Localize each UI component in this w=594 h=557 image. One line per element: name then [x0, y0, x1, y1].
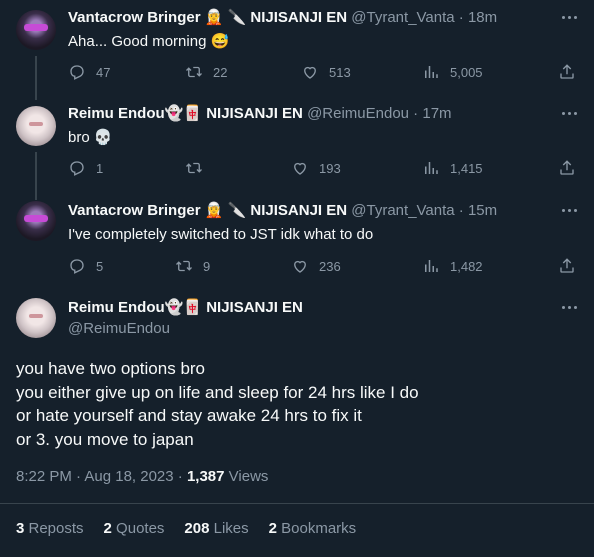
like-count: 513 [329, 64, 351, 80]
tweet-text: bro 💀 [68, 129, 113, 146]
tweet-timestamp[interactable]: 8:22 PM · Aug 18, 2023 · [16, 468, 187, 485]
like-icon [294, 162, 306, 175]
tweet-header: Vantacrow Bringer 🧝 🔪 NIJISANJI EN @Tyra… [68, 8, 550, 28]
more-icon[interactable] [562, 207, 580, 213]
tweet-time[interactable]: 15m [468, 202, 497, 219]
share-icon [560, 160, 574, 175]
avatar[interactable] [16, 106, 56, 146]
likes-link[interactable]: 208 Likes [184, 520, 248, 537]
reply-button[interactable]: 1 [68, 158, 103, 178]
tweet-time[interactable]: 18m [468, 9, 497, 26]
reply-tweet[interactable]: Vantacrow Bringer 🧝 🔪 NIJISANJI EN @Tyra… [0, 201, 594, 291]
name-badges: 🧝 🔪 NIJISANJI EN [204, 202, 348, 219]
share-icon [560, 64, 574, 79]
user-handle[interactable]: @ReimuEndou [68, 320, 170, 337]
share-button[interactable] [558, 158, 576, 178]
views-icon [425, 260, 438, 272]
tweet-line: you have two options bro [16, 359, 206, 378]
views-button[interactable]: 1,415 [422, 158, 483, 178]
tweet-text: I've completely switched to JST idk what… [68, 226, 374, 243]
like-button[interactable]: 236 [291, 256, 341, 276]
tweet-line: or 3. you move to japan [16, 429, 194, 449]
views-count: 5,005 [450, 64, 483, 80]
tweet-time[interactable]: 17m [422, 105, 451, 122]
tweet-metadata: 8:22 PM · Aug 18, 2023 · 1,387 Views [16, 468, 268, 485]
main-tweet-text: you have two options bro you either give… [16, 357, 419, 451]
separator-dot: · [454, 202, 468, 219]
like-count: 193 [319, 160, 341, 176]
retweet-icon [186, 162, 202, 174]
views-icon [425, 162, 438, 174]
reply-button[interactable]: 47 [68, 62, 110, 82]
display-name[interactable]: Vantacrow Bringer [68, 202, 201, 219]
share-button[interactable] [558, 62, 576, 82]
share-icon [560, 258, 574, 273]
views-total: 1,387 [186, 468, 225, 485]
views-icon [425, 66, 438, 78]
quotes-link[interactable]: 2 Quotes [104, 520, 165, 537]
reply-icon [70, 259, 84, 274]
reposts-link[interactable]: 3 Reposts [16, 520, 84, 537]
tweet-text: Aha... Good morning 😅 [68, 33, 230, 50]
name-badges: 👻🀄 NIJISANJI EN [164, 299, 303, 316]
views-label: Views [224, 468, 269, 485]
like-icon [294, 260, 306, 273]
display-name[interactable]: Vantacrow Bringer [68, 9, 201, 26]
reply-icon [70, 65, 84, 80]
name-badges: 👻🀄 NIJISANJI EN [164, 105, 303, 122]
separator-dot: · [454, 9, 468, 26]
reply-count: 47 [96, 64, 111, 80]
reply-button[interactable]: 5 [68, 256, 103, 276]
retweet-icon [176, 260, 192, 272]
retweet-icon [186, 66, 202, 78]
tweet-actions: 1 193 1,415 [68, 158, 580, 178]
retweet-count: 9 [203, 258, 211, 274]
retweet-button[interactable]: 9 [175, 256, 210, 276]
bookmarks-link[interactable]: 2 Bookmarks [269, 520, 357, 537]
tweet-line: you either give up on life and sleep for… [16, 382, 419, 402]
tweet-header: Reimu Endou👻🀄 NIJISANJI EN @ReimuEndou ·… [68, 104, 550, 124]
tweet-line: or hate yourself and stay awake 24 hrs t… [16, 406, 362, 425]
like-count: 236 [319, 258, 341, 274]
views-count: 1,482 [450, 258, 483, 274]
display-name[interactable]: Reimu Endou [68, 299, 165, 316]
reply-tweet[interactable]: Reimu Endou👻🀄 NIJISANJI EN @ReimuEndou ·… [0, 104, 594, 194]
retweet-button[interactable] [185, 158, 213, 178]
retweet-button[interactable]: 22 [185, 62, 227, 82]
display-name[interactable]: Reimu Endou [68, 105, 165, 122]
reply-tweet[interactable]: Vantacrow Bringer 🧝 🔪 NIJISANJI EN @Tyra… [0, 8, 594, 98]
views-count: 1,415 [450, 160, 483, 176]
views-button[interactable]: 5,005 [422, 62, 483, 82]
like-button[interactable]: 513 [301, 62, 351, 82]
divider [0, 503, 594, 504]
tweet-header: Vantacrow Bringer 🧝 🔪 NIJISANJI EN @Tyra… [68, 201, 550, 221]
like-icon [304, 66, 316, 79]
tweet-actions: 47 22 513 5,005 [68, 62, 580, 82]
share-button[interactable] [558, 256, 576, 276]
user-handle[interactable]: @ReimuEndou [307, 105, 409, 122]
views-button[interactable]: 1,482 [422, 256, 483, 276]
more-icon[interactable] [562, 110, 580, 116]
more-icon[interactable] [562, 14, 580, 20]
reply-icon [70, 161, 84, 176]
avatar[interactable] [16, 298, 56, 338]
reply-count: 1 [96, 160, 104, 176]
user-handle[interactable]: @Tyrant_Vanta [351, 202, 454, 219]
avatar[interactable] [16, 201, 56, 241]
more-icon[interactable] [562, 304, 580, 310]
avatar[interactable] [16, 10, 56, 50]
tweet-header: Reimu Endou👻🀄 NIJISANJI EN [68, 298, 550, 318]
retweet-count: 22 [213, 64, 228, 80]
name-badges: 🧝 🔪 NIJISANJI EN [204, 9, 348, 26]
user-handle[interactable]: @Tyrant_Vanta [351, 9, 454, 26]
like-button[interactable]: 193 [291, 158, 341, 178]
reply-count: 5 [96, 258, 104, 274]
tweet-actions: 5 9 236 1,482 [68, 256, 580, 276]
engagement-stats: 3 Reposts 2 Quotes 208 Likes 2 Bookmarks [16, 520, 356, 537]
separator-dot: · [409, 105, 423, 122]
